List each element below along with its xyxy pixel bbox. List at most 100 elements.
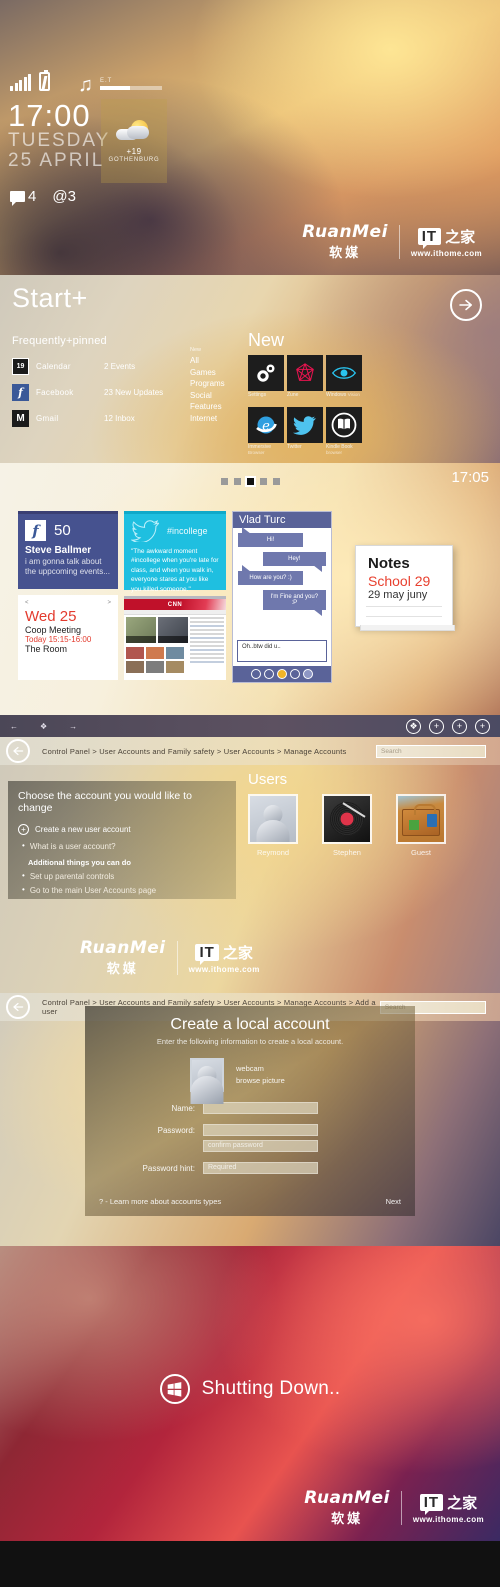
at-icon[interactable] [303, 669, 313, 679]
avatar[interactable] [322, 794, 372, 844]
chat-bubble-incoming: How are you? :) [238, 565, 304, 585]
chat-contact-name: Vlad Turc [233, 512, 331, 528]
notes-live-tile[interactable]: Notes School 29 29 may juny [355, 545, 455, 631]
cnn-page-body [124, 615, 226, 675]
star-icon[interactable] [277, 669, 287, 679]
windows-icon[interactable]: ❖ [406, 718, 421, 734]
what-is-account-link[interactable]: • What is a user account? [18, 842, 226, 852]
pinned-item-gmail[interactable]: M Gmail 12 Inbox [12, 408, 163, 428]
gears-icon [257, 364, 275, 382]
news-live-tile[interactable]: CNN [124, 596, 226, 680]
avatar[interactable] [190, 1058, 224, 1092]
form-title: Create a local account [170, 1016, 330, 1033]
taskbar-back-icon[interactable]: ← [10, 722, 18, 731]
plus-icon[interactable]: + [475, 718, 490, 734]
avatar[interactable] [396, 794, 446, 844]
app-tile-windows-vision[interactable]: Windows Vision [326, 355, 362, 398]
pinned-item-facebook[interactable]: f Facebook 23 New Updates [12, 382, 163, 402]
app-tile-kindle-book-browser[interactable]: Kindle Book browser [326, 407, 362, 455]
page-dot[interactable] [259, 478, 267, 485]
back-button[interactable] [6, 739, 30, 763]
calendar-live-tile[interactable]: < > Wed 25 Coop Meeting Today 15:15-16:0… [18, 595, 118, 680]
browse-picture-link[interactable]: browse picture [236, 1075, 285, 1087]
page-dot-active[interactable] [244, 476, 256, 487]
main-user-accounts-link[interactable]: • Go to the main User Accounts page [18, 885, 226, 896]
gmail-icon: M [12, 409, 29, 427]
password-hint-input[interactable]: Required [203, 1162, 318, 1174]
category-games[interactable]: Games [190, 367, 225, 379]
next-button[interactable]: Next [386, 1197, 401, 1206]
pinned-item-calendar[interactable]: 19 Calendar 2 Events [12, 356, 163, 376]
tile-sublabel: Vision [347, 392, 360, 397]
name-input[interactable] [203, 1102, 318, 1114]
back-button[interactable] [6, 995, 30, 1019]
weather-widget[interactable]: +19 GOTHENBURG [101, 99, 167, 183]
page-indicator[interactable] [0, 476, 500, 487]
account-picture-row: webcam browse picture [190, 1058, 415, 1092]
password-input[interactable] [203, 1124, 318, 1136]
category-features[interactable]: Features [190, 401, 225, 413]
bullet-icon: • [22, 885, 25, 894]
lock-clock: 17:00 TUESDAY 25 APRIL [8, 100, 108, 171]
music-widget[interactable]: ♫ E.T [78, 75, 162, 95]
name-field-row: Name: [85, 1102, 415, 1114]
chat-live-tile[interactable]: Vlad Turc Hi! Hey! How are you? :) I'm F… [232, 511, 332, 683]
user-card-stephen[interactable]: Stephen [322, 794, 372, 857]
taskbar-windows-icon[interactable]: ❖ [40, 722, 47, 731]
facebook-live-tile[interactable]: f 50 Steve Ballmer i am gonna talk about… [18, 511, 118, 589]
emoji-icon[interactable] [264, 669, 274, 679]
kindle-book-tile[interactable] [326, 407, 362, 443]
app-tile-twitter[interactable]: Twitter [287, 407, 323, 450]
main-user-accounts-label: Go to the main User Accounts page [29, 886, 157, 895]
parental-controls-link[interactable]: • Set up parental controls [18, 872, 226, 882]
windows-vision-tile[interactable] [326, 355, 362, 391]
chat-icon [10, 191, 25, 206]
page-dot[interactable] [272, 478, 280, 485]
create-account-link[interactable]: + Create a new user account [18, 824, 226, 835]
form-subtitle: Enter the following information to creat… [156, 1037, 344, 1046]
next-page-button[interactable] [450, 289, 482, 321]
user-card-reymond[interactable]: Reymond [248, 794, 298, 857]
category-social[interactable]: Social [190, 390, 225, 402]
app-tile-immersive-browser[interactable]: e Immersive Browser [248, 407, 284, 455]
app-tile-zune[interactable]: Zune [287, 355, 323, 398]
immersive-browser-tile[interactable]: e [248, 407, 284, 443]
mentions-notification[interactable]: @3 [52, 188, 76, 205]
learn-more-link[interactable]: ? - Learn more about accounts types [99, 1197, 221, 1206]
user-card-guest[interactable]: Guest [396, 794, 446, 857]
brand-it: IT [195, 943, 219, 965]
chat-input[interactable]: Oh..btw did u.. [237, 640, 327, 662]
plus-icon[interactable]: + [452, 718, 467, 734]
category-internet[interactable]: Internet [190, 413, 225, 425]
add-icon[interactable] [251, 669, 261, 679]
plus-icon[interactable]: + [429, 718, 444, 734]
calendar-day: Wed 25 [25, 608, 77, 625]
webcam-link[interactable]: webcam [236, 1063, 285, 1075]
avatar[interactable] [248, 794, 298, 844]
search-input[interactable]: Search [376, 744, 486, 758]
smiley-icon[interactable] [290, 669, 300, 679]
track-progress-bar[interactable] [100, 86, 162, 90]
calendar-event-title: Coop Meeting [25, 625, 82, 635]
app-tile-settings[interactable]: Settings [248, 355, 284, 398]
page-dot[interactable] [233, 478, 241, 485]
facebook-icon: f [12, 383, 29, 401]
new-apps-header: New [248, 330, 285, 350]
track-info: E.T [100, 78, 162, 90]
zune-tile[interactable] [287, 355, 323, 391]
confirm-password-input[interactable]: confirm password [203, 1140, 318, 1152]
twitter-tile[interactable] [287, 407, 323, 443]
tile-column-2: #incollege "The awkward moment #incolleg… [124, 511, 226, 680]
user-name: Stephen [333, 848, 361, 857]
category-programs[interactable]: Programs [190, 378, 225, 390]
calendar-next-button[interactable]: > [107, 600, 111, 606]
taskbar-forward-icon[interactable]: → [69, 722, 77, 731]
settings-tile[interactable] [248, 355, 284, 391]
messages-notification[interactable]: 4 [10, 188, 36, 206]
twitter-live-tile[interactable]: #incollege "The awkward moment #incolleg… [124, 511, 226, 593]
page-dot[interactable] [220, 478, 228, 485]
twitter-hashtag: #incollege [167, 526, 208, 536]
breadcrumb[interactable]: Control Panel > User Accounts and Family… [42, 747, 346, 756]
calendar-prev-button[interactable]: < [25, 600, 29, 606]
category-all[interactable]: All [190, 355, 225, 367]
